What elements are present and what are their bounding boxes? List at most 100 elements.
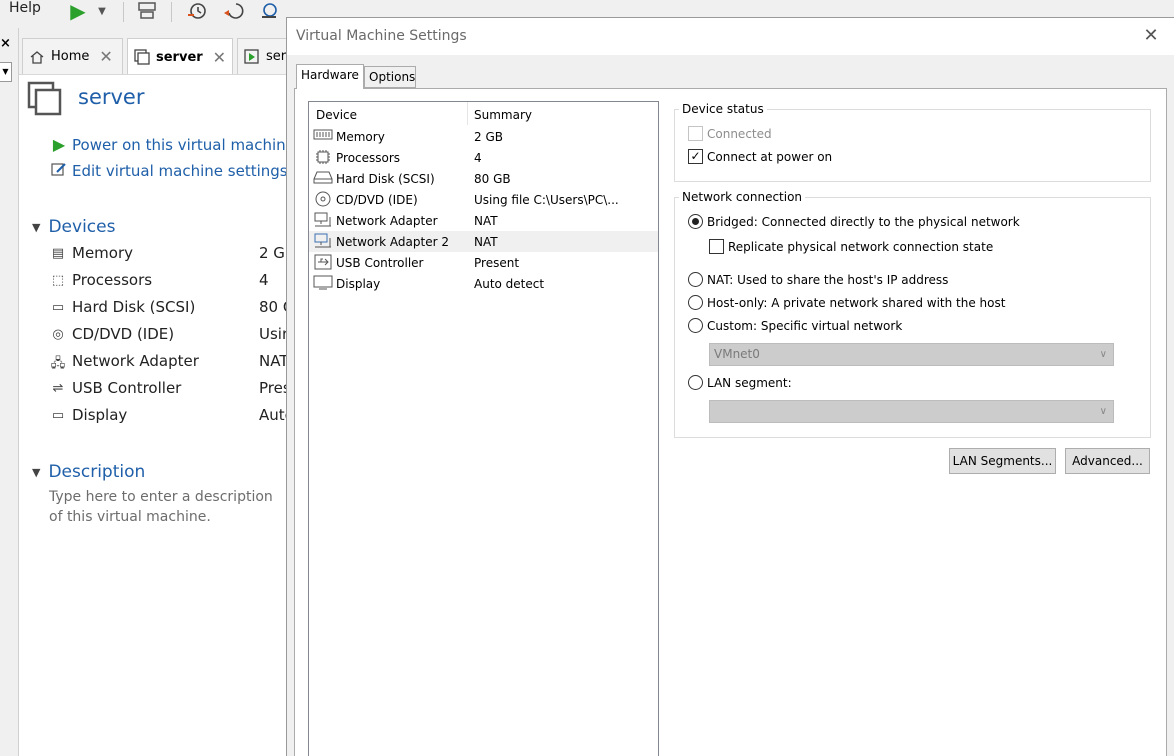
tab-hardware[interactable]: Hardware [296, 64, 364, 89]
summary-device-row[interactable]: ▭ Display Autc [48, 406, 289, 428]
summary-device-name: Processors [72, 271, 153, 289]
summary-device-name: Display [72, 406, 128, 424]
lan-segment-radio[interactable]: LAN segment: [688, 375, 792, 390]
radio-dot [688, 295, 703, 310]
devices-header-label: Devices [48, 217, 116, 237]
device-row-cd-dvd[interactable]: CD/DVD (IDE) Using file C:\Users\PC\... [309, 189, 658, 210]
snapshot-icon[interactable] [184, 0, 210, 22]
edit-settings-link[interactable]: Edit virtual machine settings [50, 161, 288, 181]
lan-segments-button[interactable]: LAN Segments... [949, 448, 1056, 474]
menu-help[interactable]: Help [9, 0, 41, 16]
network-adapter-icon: 🖧 [50, 356, 66, 371]
usb-icon [313, 254, 333, 270]
summary-device-row[interactable]: ⇌ USB Controller Pres [48, 379, 289, 401]
summary-device-value: Autc [259, 406, 289, 424]
checkbox-box [709, 239, 724, 254]
replicate-state-checkbox[interactable]: Replicate physical network connection st… [709, 239, 993, 254]
host-only-radio[interactable]: Host-only: A private network shared with… [688, 295, 1005, 310]
network-adapter-icon [313, 233, 333, 249]
device-row-display[interactable]: Display Auto detect [309, 273, 658, 294]
summary-device-row[interactable]: ▤ Memory 2 Gi [48, 244, 289, 266]
tab-server-2[interactable]: ser [237, 38, 289, 74]
device-row-hard-disk[interactable]: Hard Disk (SCSI) 80 GB [309, 168, 658, 189]
toolbar-separator [171, 2, 172, 22]
summary-device-name: Hard Disk (SCSI) [72, 298, 196, 316]
device-summary: NAT [474, 235, 498, 249]
summary-device-row[interactable]: ⬚ Processors 4 [48, 271, 289, 293]
hardware-tab-panel: Device Summary Memory 2 GB Processors 4 … [294, 88, 1167, 756]
summary-device-name: Memory [72, 244, 134, 262]
power-on-link[interactable]: ▶ Power on this virtual machine [50, 135, 295, 154]
device-row-network-adapter-2[interactable]: Network Adapter 2 NAT [309, 231, 658, 252]
bridged-radio[interactable]: Bridged: Connected directly to the physi… [688, 214, 1020, 229]
devices-section-header[interactable]: ▼ Devices [32, 217, 115, 237]
column-separator[interactable] [467, 102, 468, 125]
power-on-icon[interactable]: ▶ [64, 0, 92, 23]
cd-dvd-icon [313, 191, 333, 207]
description-header-label: Description [48, 462, 146, 482]
device-name: Display [336, 277, 381, 291]
vm-large-icon [27, 81, 62, 116]
close-library-icon[interactable]: × [0, 36, 11, 51]
column-device[interactable]: Device [316, 108, 357, 122]
cd-dvd-icon: ◎ [52, 327, 64, 342]
device-name: Network Adapter [336, 214, 438, 228]
edit-settings-label: Edit virtual machine settings [72, 162, 288, 180]
document-tab-strip: Home ✕ server ✕ ser [19, 28, 289, 75]
advanced-button[interactable]: Advanced... [1065, 448, 1150, 474]
connected-checkbox[interactable]: Connected [688, 126, 772, 141]
tab-server[interactable]: server ✕ [127, 38, 233, 75]
device-summary: 80 GB [474, 172, 511, 186]
device-row-network-adapter[interactable]: Network Adapter NAT [309, 210, 658, 231]
close-tab-icon[interactable]: ✕ [99, 47, 112, 66]
device-status-group: Device status Connected ✓ Connect at pow… [674, 102, 1151, 182]
connected-label: Connected [707, 126, 772, 141]
snapshot-manager-icon[interactable] [256, 0, 282, 22]
summary-device-name: USB Controller [72, 379, 182, 397]
summary-device-row[interactable]: ▭ Hard Disk (SCSI) 80 C [48, 298, 289, 320]
display-icon [313, 275, 333, 291]
description-input[interactable]: Type here to enter a description of this… [49, 487, 289, 527]
power-dropdown-chevron-icon[interactable]: ▼ [94, 0, 110, 22]
collapse-triangle-icon: ▼ [32, 220, 41, 234]
close-tab-icon[interactable]: ✕ [213, 48, 226, 67]
custom-network-select[interactable]: VMnet0 ∨ [709, 343, 1114, 366]
device-name: Network Adapter 2 [336, 235, 449, 249]
tab-options[interactable]: Options [364, 66, 416, 88]
host-only-label: Host-only: A private network shared with… [707, 295, 1006, 310]
device-summary: NAT [474, 214, 498, 228]
device-row-usb-controller[interactable]: USB Controller Present [309, 252, 658, 273]
summary-device-row[interactable]: 🖧 Network Adapter NAT [48, 352, 289, 374]
device-list[interactable]: Device Summary Memory 2 GB Processors 4 … [308, 101, 659, 756]
close-icon[interactable]: ✕ [1139, 24, 1163, 48]
chevron-down-icon: ∨ [1099, 349, 1107, 360]
custom-label: Custom: Specific virtual network [707, 318, 903, 333]
vm-running-icon [244, 48, 259, 64]
tab-home[interactable]: Home ✕ [22, 38, 123, 74]
edit-settings-icon [50, 161, 68, 181]
network-adapter-icon [313, 212, 333, 228]
checkbox-box [688, 126, 703, 141]
device-list-header: Device Summary [309, 102, 658, 126]
library-dropdown-icon[interactable]: ▼ [0, 62, 12, 82]
power-on-label: Power on this virtual machine [72, 135, 295, 154]
custom-radio[interactable]: Custom: Specific virtual network [688, 318, 902, 333]
device-row-memory[interactable]: Memory 2 GB [309, 126, 658, 147]
column-summary[interactable]: Summary [474, 108, 532, 122]
nat-radio[interactable]: NAT: Used to share the host's IP address [688, 272, 948, 287]
lan-segment-select[interactable]: ∨ [709, 400, 1114, 423]
radio-dot [688, 318, 703, 333]
summary-device-name: Network Adapter [72, 352, 199, 370]
device-name: Processors [336, 151, 401, 165]
dialog-title: Virtual Machine Settings [296, 28, 467, 44]
description-section-header[interactable]: ▼ Description [32, 462, 145, 482]
toolbar-separator [123, 2, 124, 22]
device-summary: 2 GB [474, 130, 503, 144]
send-ctrl-alt-del-icon[interactable] [134, 0, 160, 22]
device-name: Memory [336, 130, 385, 144]
device-row-processors[interactable]: Processors 4 [309, 147, 658, 168]
play-icon: ▶ [52, 135, 66, 154]
connect-at-power-on-checkbox[interactable]: ✓ Connect at power on [688, 149, 832, 164]
summary-device-row[interactable]: ◎ CD/DVD (IDE) Usir [48, 325, 289, 347]
revert-snapshot-icon[interactable] [220, 0, 246, 22]
